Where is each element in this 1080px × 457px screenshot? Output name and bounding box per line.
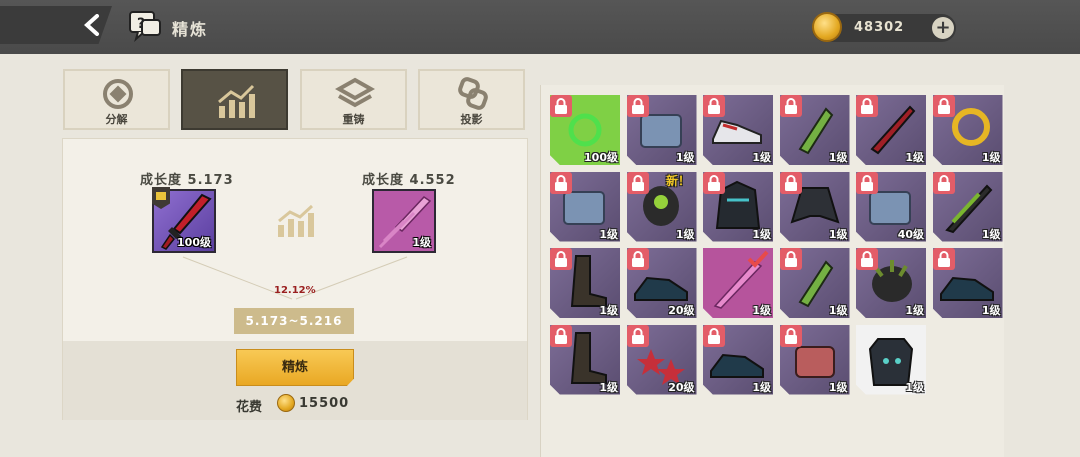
growth-range: 5.173~5.216	[234, 308, 354, 334]
item-level: 1级	[675, 151, 695, 164]
chevron-left-icon	[84, 14, 99, 36]
item-level: 1级	[599, 227, 618, 241]
item-level: 1级	[905, 151, 924, 164]
item-level: 1级	[828, 304, 848, 317]
lock-icon	[626, 248, 649, 270]
lock-icon	[550, 324, 572, 347]
target-level: 1级	[412, 236, 431, 249]
item-level: 1级	[828, 227, 848, 241]
lock-icon	[703, 324, 725, 347]
lock-icon	[932, 95, 955, 117]
checkmark-icon	[747, 250, 769, 272]
link-icon	[458, 77, 488, 110]
item-level: 1级	[981, 227, 1001, 241]
tab-recast[interactable]: 重铸	[300, 69, 407, 130]
lock-icon	[856, 171, 878, 194]
target-growth: 成长度 4.552	[362, 173, 456, 188]
lock-icon	[703, 171, 725, 194]
lock-icon	[550, 248, 572, 270]
item-level: 1级	[752, 151, 771, 164]
tab-decompose[interactable]: 分解	[63, 69, 170, 130]
item-level: 100级	[584, 151, 618, 164]
target-icon	[103, 79, 133, 109]
lock-icon	[626, 171, 649, 194]
success-percent: 12.12%	[274, 285, 316, 296]
lock-icon	[550, 171, 572, 194]
target-item-card[interactable]: 1级	[372, 189, 436, 253]
source-level: 100级	[177, 236, 211, 249]
item-level: 1级	[752, 227, 771, 241]
growth-chart-icon	[218, 84, 255, 118]
coin-amount: 48302	[854, 20, 905, 35]
back-button[interactable]	[0, 6, 112, 44]
tab-label: 分解	[105, 113, 128, 126]
lock-icon	[703, 95, 725, 117]
item-level: 1级	[828, 151, 848, 164]
coin-icon	[277, 394, 295, 412]
item-level: 1级	[599, 380, 618, 394]
item-level: 1级	[905, 304, 924, 317]
lock-icon	[626, 324, 649, 347]
tab-label: 投影	[460, 113, 483, 126]
growth-chart-icon	[278, 204, 314, 237]
item-level: 1级	[599, 304, 618, 317]
lock-icon	[856, 95, 878, 117]
layers-icon	[335, 77, 375, 108]
lock-icon	[779, 95, 802, 117]
page-title: 精炼	[172, 20, 209, 39]
lock-icon	[550, 95, 572, 117]
item-level: 1级	[905, 380, 924, 394]
tab-label: 重铸	[342, 113, 365, 126]
lock-icon	[626, 95, 649, 117]
item-level: 20级	[668, 380, 695, 394]
cost-value: 15500	[299, 396, 350, 411]
lock-icon	[779, 248, 802, 270]
refine-button[interactable]: 精炼	[236, 349, 354, 386]
coin-icon	[812, 12, 842, 42]
item-level: 1级	[828, 380, 848, 394]
item-level: 1级	[981, 304, 1001, 317]
item-level: 1级	[981, 151, 1001, 164]
lock-icon	[932, 248, 955, 270]
item-level: 40级	[897, 227, 924, 241]
svg-text:?: ?	[137, 16, 145, 32]
tab-refine[interactable]	[181, 69, 288, 130]
lock-icon	[856, 248, 878, 270]
lock-icon	[779, 171, 802, 194]
new-badge: 新！	[666, 174, 691, 188]
top-bar: ? 精炼 48302 +	[0, 0, 1080, 54]
item-level: 1级	[675, 227, 695, 241]
tab-projection[interactable]: 投影	[418, 69, 525, 130]
add-coins-button[interactable]: +	[932, 17, 954, 39]
lock-icon	[932, 171, 955, 194]
source-item-card[interactable]: 100级	[152, 187, 216, 253]
help-icon[interactable]: ?	[128, 10, 162, 42]
lock-icon	[779, 324, 802, 347]
item-level: 20级	[668, 304, 695, 317]
item-level: 1级	[752, 380, 771, 394]
item-level: 1级	[752, 304, 771, 317]
source-growth: 成长度 5.173	[140, 173, 234, 188]
coin-balance: 48302 +	[812, 12, 956, 42]
cost-label: 花费	[236, 400, 263, 415]
